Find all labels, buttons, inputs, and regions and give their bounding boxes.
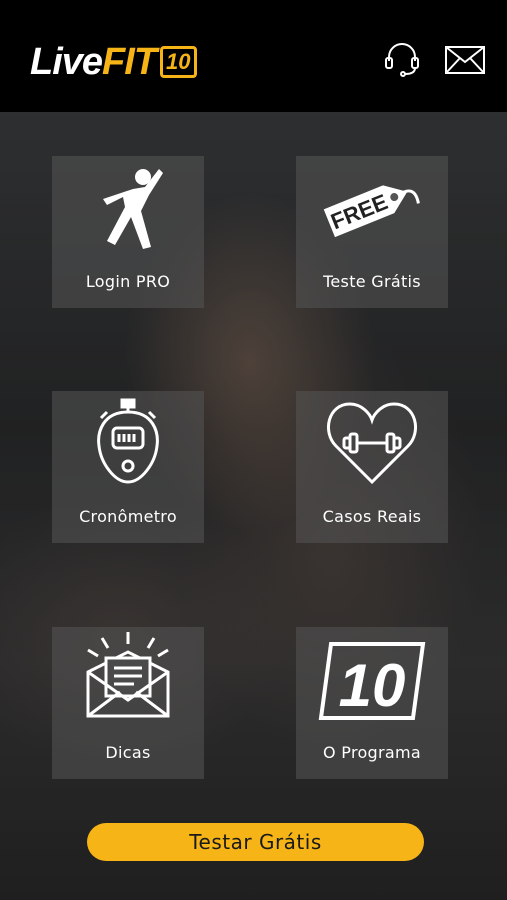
- tile-label: Casos Reais: [322, 507, 422, 526]
- logo-fit-text: FIT: [102, 40, 157, 83]
- ten-badge-text: 10: [339, 652, 406, 719]
- tile-o-programa[interactable]: 10 O Programa: [296, 627, 448, 779]
- tile-label: O Programa: [323, 743, 421, 762]
- tile-label: Cronômetro: [79, 507, 177, 526]
- tile-label: Dicas: [105, 743, 151, 762]
- envelope-icon: [444, 45, 486, 80]
- mail-button[interactable]: [443, 42, 487, 82]
- logo-ten-badge: 10: [160, 46, 197, 78]
- tile-cronometro[interactable]: Cronômetro: [52, 391, 204, 543]
- envelope-letter-icon: [82, 630, 174, 727]
- livefit-logo: Live FIT 10: [30, 38, 197, 86]
- support-button[interactable]: [380, 42, 424, 82]
- stretching-person-icon: [93, 165, 163, 256]
- tile-label: Teste Grátis: [323, 272, 421, 291]
- tile-casos-reais[interactable]: Casos Reais: [296, 391, 448, 543]
- tile-dicas[interactable]: Dicas: [52, 627, 204, 779]
- testar-gratis-button[interactable]: Testar Grátis: [87, 823, 424, 861]
- logo-live-text: Live: [30, 40, 103, 83]
- stopwatch-icon: [93, 398, 163, 491]
- tile-login-pro[interactable]: Login PRO: [52, 156, 204, 308]
- headset-icon: [383, 42, 421, 82]
- ten-logo-icon: 10: [317, 640, 427, 727]
- app-header: Live FIT 10: [0, 0, 507, 112]
- heart-dumbbell-icon: [324, 398, 420, 491]
- tile-label: Login PRO: [85, 272, 171, 291]
- free-tag-icon: FREE: [320, 161, 424, 256]
- tile-teste-gratis[interactable]: FREE Teste Grátis: [296, 156, 448, 308]
